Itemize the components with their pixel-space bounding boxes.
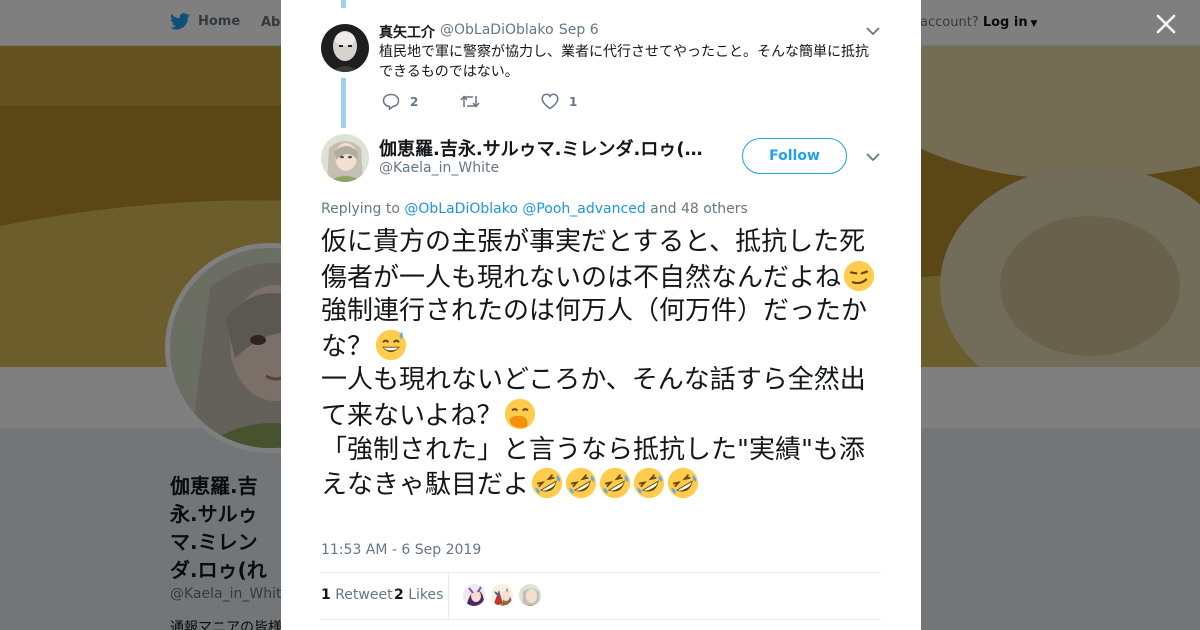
tweet-timestamp[interactable]: 11:53 AM - 6 Sep 2019 (321, 542, 481, 558)
parent-tweet-author-name[interactable]: 真矢工介 (379, 22, 435, 42)
likes-label: Likes (408, 587, 444, 603)
stats-divider-bottom (321, 619, 881, 620)
like-count: 1 (569, 94, 578, 109)
rolling-on-floor-laughing-emoji-icon (667, 468, 699, 499)
follow-button[interactable]: Follow (742, 138, 847, 174)
parent-tweet-text: 植民地で軍に警察が協力し、業者に代行させてやったこと。そんな簡単に抵抗できるもの… (379, 44, 869, 80)
like-button[interactable]: 1 (541, 93, 577, 110)
main-tweet-text: 仮に貴方の主張が事実だとすると、抵抗した死傷者が一人も現れないのは不自然なんだよ… (321, 226, 887, 503)
parent-tweet-author-handle[interactable]: @ObLaDiOblako (440, 22, 554, 38)
sweat-smile-emoji-icon (375, 329, 407, 360)
replying-to: Replying to @ObLaDiOblako @Pooh_advanced… (321, 201, 748, 217)
thread-line-bottom (341, 78, 346, 128)
retweets-stat[interactable]: 1 Retweet (321, 587, 393, 603)
rolling-on-floor-laughing-emoji-icon (565, 468, 597, 499)
heart-icon (541, 93, 559, 110)
replying-others[interactable]: and 48 others (650, 201, 748, 217)
likes-stat[interactable]: 2 Likes (394, 587, 443, 603)
chevron-down-icon[interactable] (866, 26, 880, 36)
main-tweet-avatar[interactable] (321, 134, 369, 182)
thread-line-top (341, 0, 346, 8)
stats-separator (448, 573, 449, 619)
main-tweet-author-name[interactable]: 伽恵羅.吉永.サルゥマ.ミレンダ.ロゥ(… (379, 135, 709, 161)
retweets-count: 1 (321, 587, 331, 603)
retweets-label: Retweet (335, 587, 393, 603)
rolling-on-floor-laughing-emoji-icon (633, 468, 665, 499)
liker-avatar[interactable] (462, 583, 486, 607)
parent-tweet-date[interactable]: · Sep 6 (550, 22, 599, 38)
parent-tweet-avatar[interactable] (321, 24, 369, 72)
liker-avatar[interactable] (518, 583, 542, 607)
reply-icon (382, 93, 400, 110)
reply-count: 2 (410, 94, 419, 109)
retweet-icon (460, 95, 480, 108)
main-tweet-author-handle[interactable]: @Kaela_in_White (379, 160, 499, 176)
rolling-on-floor-laughing-emoji-icon (531, 468, 563, 499)
replying-user-link[interactable]: @Pooh_advanced (522, 201, 645, 217)
tweet-line: 仮に貴方の主張が事実だとすると、抵抗した死傷者が一人も現れないのは不自然なんだよ… (321, 227, 866, 293)
stats-divider-top (321, 572, 881, 573)
tweet-line: 一人も現れないどころか、そんな話すら全然出て来ないよね？ (321, 365, 866, 431)
chevron-down-icon[interactable] (866, 152, 880, 162)
replying-user-link[interactable]: @ObLaDiOblako (404, 201, 518, 217)
face-with-hand-over-mouth-emoji-icon (505, 398, 536, 430)
retweet-button[interactable] (460, 94, 490, 109)
replying-prefix: Replying to (321, 201, 400, 217)
smirking-face-emoji-icon (843, 260, 875, 291)
rolling-on-floor-laughing-emoji-icon (599, 468, 631, 499)
reply-button[interactable]: 2 (382, 93, 418, 110)
likes-count: 2 (394, 587, 404, 603)
close-icon[interactable] (1154, 12, 1178, 36)
liker-avatar[interactable] (490, 583, 514, 607)
